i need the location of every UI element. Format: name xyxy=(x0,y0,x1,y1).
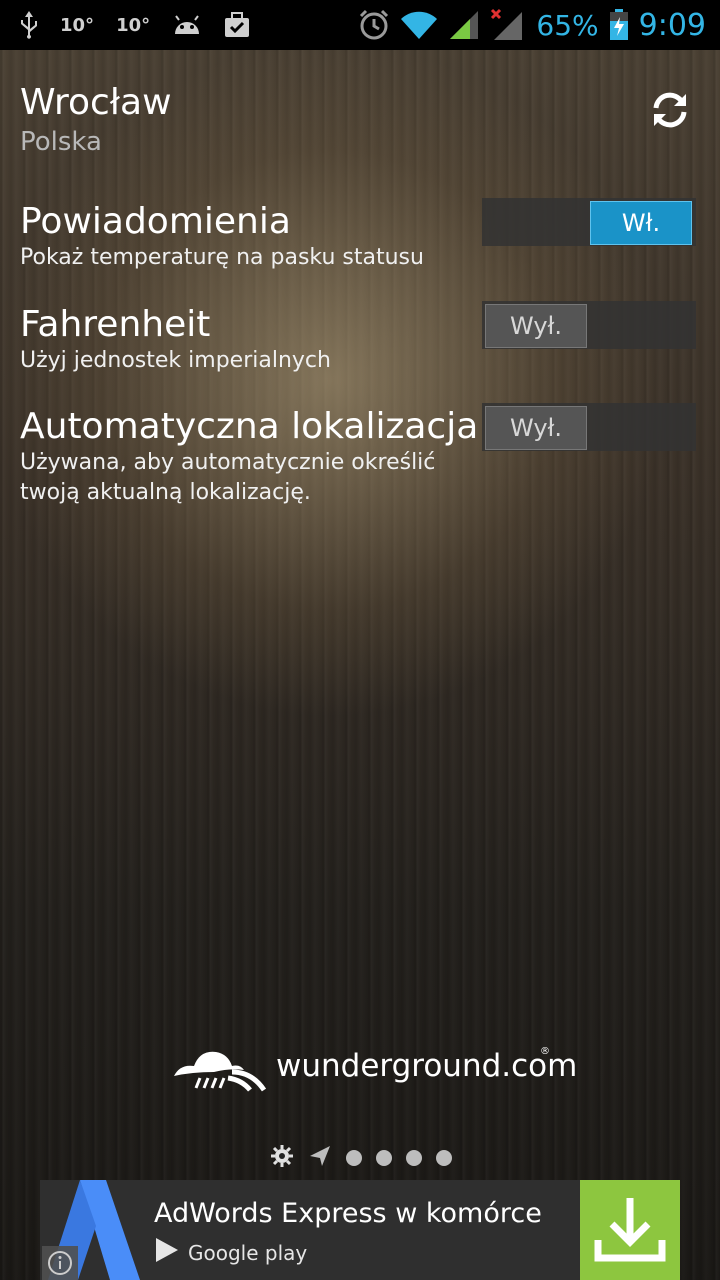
download-icon xyxy=(580,1198,680,1280)
google-play-badge: Google play xyxy=(154,1236,307,1269)
usb-icon xyxy=(20,11,38,39)
signal-icon xyxy=(448,9,480,41)
setting-description: Używana, aby automatycznie określić twoj… xyxy=(20,450,436,505)
toggle-knob: Wył. xyxy=(485,406,587,450)
notifications-toggle[interactable]: Wł. xyxy=(482,198,696,246)
registered-mark: ® xyxy=(540,1046,550,1057)
refresh-icon xyxy=(648,92,692,136)
toggle-knob: Wł. xyxy=(590,201,692,245)
setting-auto-location: Automatyczna lokalizacja Używana, aby au… xyxy=(20,406,480,508)
setting-fahrenheit: Fahrenheit Użyj jednostek imperialnych xyxy=(20,304,480,376)
android-icon xyxy=(172,14,202,36)
setting-notifications: Powiadomienia Pokaż temperaturę na pasku… xyxy=(20,201,480,273)
wunderground-logo[interactable]: wunderground.com ® xyxy=(170,1040,577,1096)
battery-charging-icon xyxy=(609,9,629,41)
city-name: Wrocław xyxy=(20,82,172,123)
toggle-knob: Wył. xyxy=(485,304,587,348)
page-dot[interactable] xyxy=(406,1150,422,1166)
ad-banner[interactable]: AdWords Express w komórce Google play xyxy=(40,1180,680,1280)
battery-percentage: 65% xyxy=(536,8,599,42)
setting-title: Automatyczna lokalizacja xyxy=(20,406,479,447)
play-store-icon xyxy=(154,1236,180,1269)
navigation-arrow-icon[interactable] xyxy=(308,1144,332,1172)
wifi-icon xyxy=(400,10,438,40)
gear-icon[interactable] xyxy=(270,1144,294,1172)
setting-description: Pokaż temperaturę na pasku statusu xyxy=(20,245,424,270)
setting-title: Fahrenheit xyxy=(20,304,211,345)
setting-description: Użyj jednostek imperialnych xyxy=(20,348,331,373)
auto-location-toggle[interactable]: Wył. xyxy=(482,403,696,451)
fahrenheit-toggle[interactable]: Wył. xyxy=(482,301,696,349)
logo-text: wunderground.com xyxy=(276,1048,578,1084)
signal-no-data-icon xyxy=(490,8,526,42)
status-time: 9:09 xyxy=(638,7,706,43)
page-dot[interactable] xyxy=(436,1150,452,1166)
info-icon[interactable] xyxy=(42,1246,78,1280)
page-dot[interactable] xyxy=(346,1150,362,1166)
status-temperature-1: 10° xyxy=(60,14,95,36)
alarm-icon xyxy=(358,9,390,41)
briefcase-icon xyxy=(224,12,250,38)
status-temperature-2: 10° xyxy=(116,14,151,36)
refresh-button[interactable] xyxy=(648,88,692,132)
country-name: Polska xyxy=(20,127,102,157)
setting-title: Powiadomienia xyxy=(20,201,291,242)
page-indicator xyxy=(270,1145,452,1171)
ad-title: AdWords Express w komórce xyxy=(154,1198,542,1229)
download-button[interactable] xyxy=(580,1180,680,1280)
status-bar: 10° 10° 65% 9:09 xyxy=(0,0,720,50)
page-dot[interactable] xyxy=(376,1150,392,1166)
store-name: Google play xyxy=(188,1240,308,1265)
